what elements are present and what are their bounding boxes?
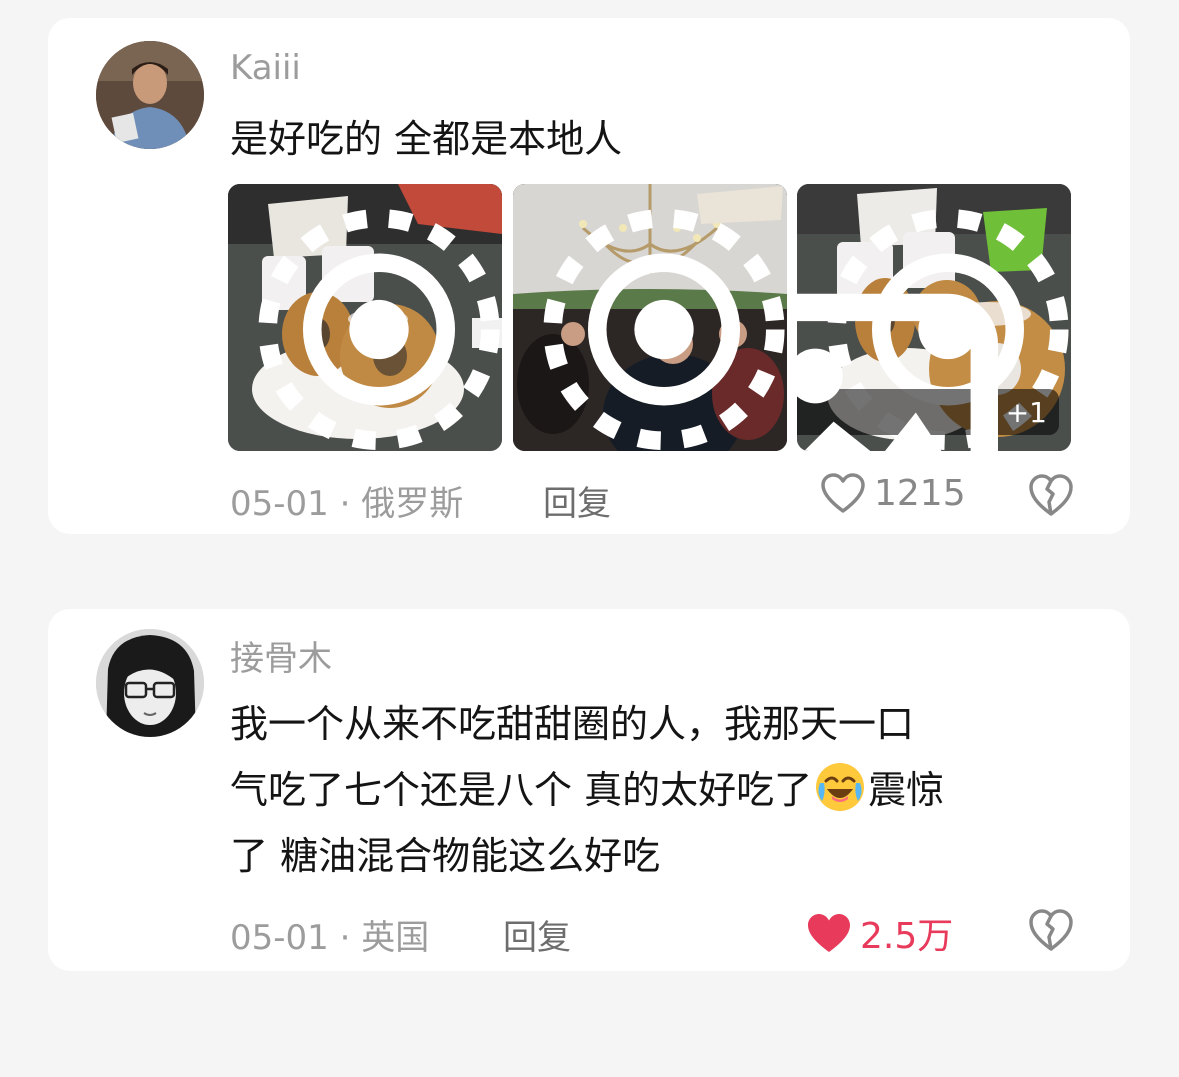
live-photo-icon (258, 208, 500, 451)
comment-photo[interactable] (513, 184, 787, 451)
like-count: 2.5万 (860, 916, 954, 957)
live-photo-icon (543, 208, 785, 451)
comment-text-segment: 震惊 (868, 768, 945, 812)
more-photos-badge[interactable]: +1 (797, 293, 1059, 451)
comment-card: 接骨木 我一个从来不吃甜甜圈的人，我那天一口 气吃了七个还是八个 真的太好吃了 … (48, 609, 1130, 971)
heart-filled-icon (808, 914, 850, 952)
author-name[interactable]: Kaiii (230, 48, 301, 88)
comment-text-line: 了 糖油混合物能这么好吃 (230, 834, 661, 878)
author-name[interactable]: 接骨木 (230, 631, 332, 680)
broken-heart-icon[interactable] (1028, 907, 1074, 953)
comment-photo[interactable]: +1 (797, 184, 1071, 451)
like-count: 1215 (874, 472, 966, 514)
heart-outline-icon (821, 473, 865, 513)
comment-text: 是好吃的 全都是本地人 (230, 117, 623, 161)
more-photos-count: +1 (1005, 395, 1047, 429)
comment-card: Kaiii 是好吃的 全都是本地人 +1 05-01 · 俄罗斯 回复 1215 (48, 18, 1130, 534)
like-button[interactable]: 1215 (820, 472, 966, 514)
image-icon (797, 293, 998, 451)
crying-laughing-emoji (816, 763, 865, 811)
like-button[interactable]: 2.5万 (806, 907, 953, 959)
broken-heart-icon[interactable] (1028, 472, 1074, 518)
comment-text-line: 我一个从来不吃甜甜圈的人，我那天一口 (230, 702, 915, 746)
comment-text-line: 气吃了七个还是八个 真的太好吃了 震惊 (230, 757, 944, 823)
reply-button[interactable]: 回复 (543, 476, 611, 525)
comment-text-segment: 气吃了七个还是八个 真的太好吃了 (230, 768, 813, 812)
avatar[interactable] (96, 629, 204, 737)
comment-text: 我一个从来不吃甜甜圈的人，我那天一口 气吃了七个还是八个 真的太好吃了 震惊 了… (230, 691, 944, 889)
avatar[interactable] (96, 41, 204, 149)
comment-meta: 05-01 · 俄罗斯 (230, 484, 464, 524)
comment-meta: 05-01 · 英国 (230, 918, 430, 958)
reply-button[interactable]: 回复 (503, 910, 571, 959)
comment-photo[interactable] (228, 184, 502, 451)
